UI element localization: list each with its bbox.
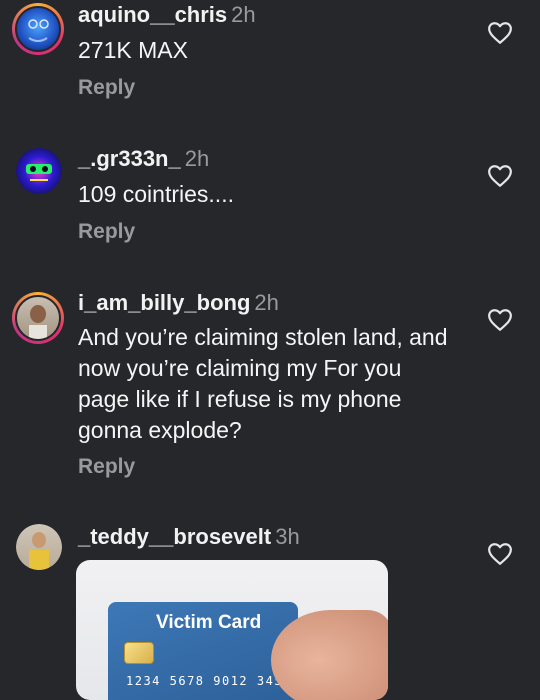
heart-outline-icon[interactable]: [487, 164, 513, 188]
timestamp: 2h: [184, 146, 210, 171]
avatar-face-icon: [29, 305, 47, 339]
avatar[interactable]: [12, 3, 64, 55]
card-number: 1234 5678 9012 345: [126, 674, 284, 688]
reply-button[interactable]: Reply: [78, 220, 135, 244]
username-link[interactable]: aquino__chris: [78, 2, 227, 27]
timestamp: 2h: [254, 290, 279, 315]
comment-meta: aquino__chris 2h: [78, 2, 256, 28]
comment-text: And you’re claiming stolen land, and now…: [78, 324, 448, 443]
comment-meta: _.gr333n_ 2h: [78, 146, 209, 172]
victim-card-image: Victim Card 1234 5678 9012 345: [108, 602, 298, 700]
avatar-face-icon: [26, 164, 52, 181]
heart-outline-icon[interactable]: [487, 21, 513, 45]
comment-text: 271K MAX: [78, 37, 188, 63]
comment-meta: _teddy__brosevelt 3h: [78, 524, 300, 550]
username-link[interactable]: _teddy__brosevelt: [78, 524, 271, 549]
reply-button[interactable]: Reply: [78, 455, 135, 479]
comment-text: 109 cointries....: [78, 181, 234, 207]
avatar-face-icon: [28, 19, 49, 42]
avatar-face-icon: [29, 532, 49, 570]
timestamp: 3h: [275, 524, 300, 549]
username-link[interactable]: _.gr333n_: [78, 146, 181, 171]
comment-meta: i_am_billy_bong 2h: [78, 290, 279, 316]
heart-outline-icon[interactable]: [487, 308, 513, 332]
avatar[interactable]: [16, 148, 62, 194]
username-link[interactable]: i_am_billy_bong: [78, 290, 250, 315]
comment-image[interactable]: Victim Card 1234 5678 9012 345: [76, 560, 388, 700]
timestamp: 2h: [231, 2, 256, 27]
avatar[interactable]: [16, 524, 62, 570]
reply-button[interactable]: Reply: [78, 76, 135, 100]
avatar[interactable]: [12, 292, 64, 344]
card-title: Victim Card: [156, 612, 262, 633]
heart-outline-icon[interactable]: [487, 542, 513, 566]
card-chip-icon: [124, 642, 154, 664]
